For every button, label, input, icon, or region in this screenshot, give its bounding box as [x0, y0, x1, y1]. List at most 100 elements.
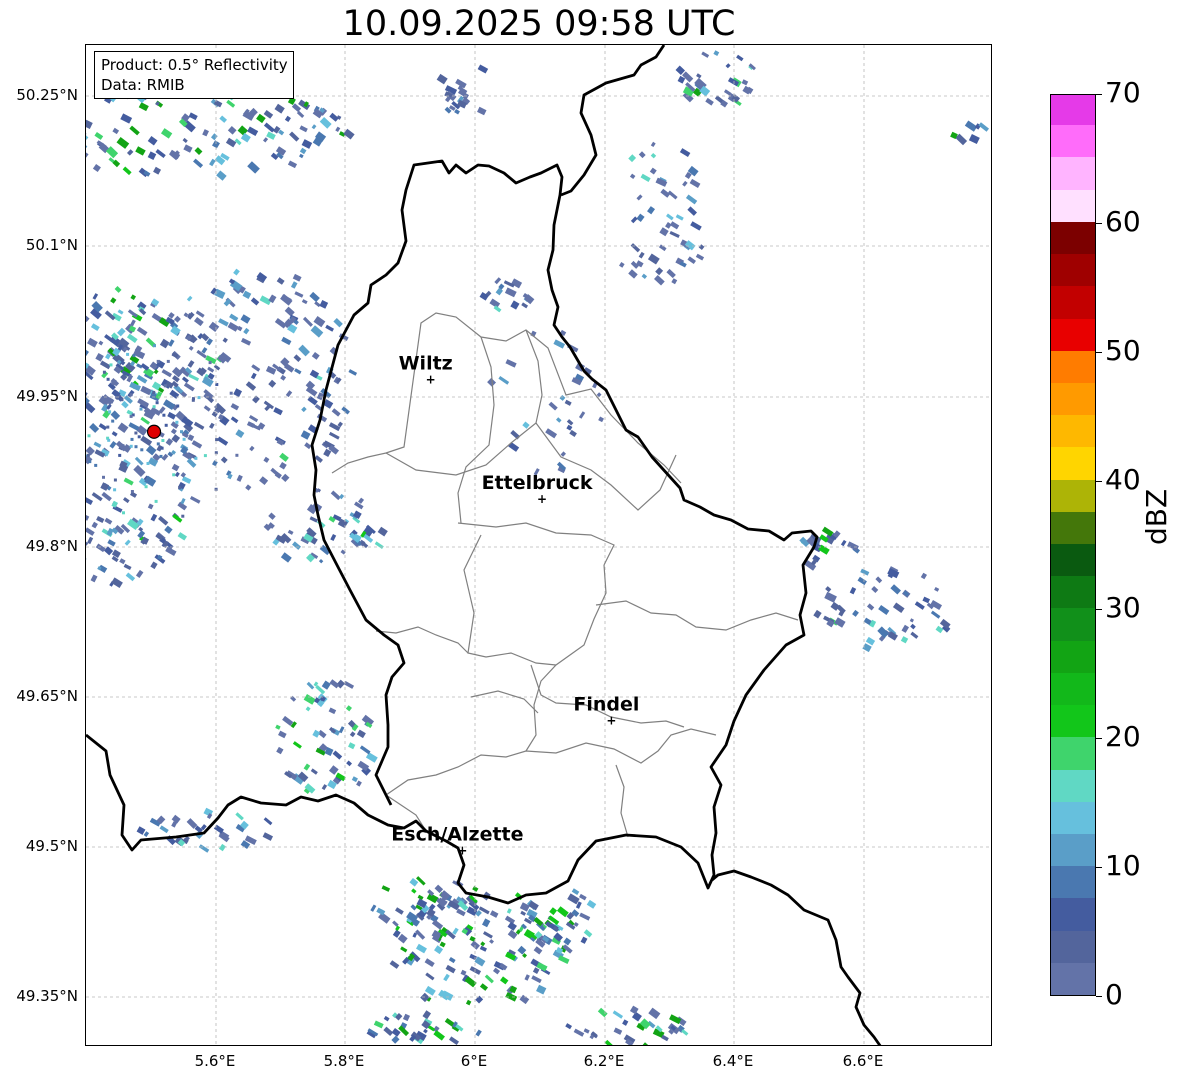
echo-pixel — [263, 456, 270, 463]
echo-pixel — [309, 291, 320, 303]
echo-pixel — [475, 1029, 482, 1037]
colorbar-tick — [1096, 480, 1102, 482]
echo-pixel — [159, 338, 170, 349]
echo-pixel — [679, 148, 691, 157]
echo-pixel — [287, 529, 294, 535]
echo-pixel — [171, 814, 181, 824]
clutter-pixel — [162, 413, 166, 417]
echo-pixel — [116, 137, 130, 149]
echo-pixel — [556, 906, 569, 918]
echo-pixel — [122, 166, 132, 176]
echo-pixel — [825, 586, 832, 593]
echo-pixel — [548, 401, 558, 411]
echo-pixel — [860, 568, 870, 576]
echo-pixel — [306, 681, 315, 690]
echo-pixel — [227, 125, 237, 135]
echo-pixel — [145, 445, 157, 456]
echo-pixel — [182, 137, 188, 143]
echo-pixel — [111, 577, 123, 588]
echo-pixel — [338, 726, 345, 734]
echo-pixel — [262, 137, 269, 143]
echo-pixel — [685, 194, 698, 205]
echo-pixel — [292, 741, 302, 749]
echo-pixel — [922, 596, 931, 604]
colorbar-segment — [1051, 478, 1095, 512]
echo-pixel — [240, 314, 251, 324]
echo-pixel — [319, 116, 332, 129]
echo-pixel — [520, 910, 526, 916]
echo-pixel — [536, 984, 547, 995]
echo-pixel — [136, 826, 146, 835]
echo-pixel — [123, 497, 130, 504]
echo-pixel — [242, 290, 252, 300]
echo-pixel — [235, 812, 244, 821]
echo-pixel — [650, 141, 656, 148]
echo-pixel — [558, 955, 570, 964]
clutter-pixel — [134, 445, 138, 449]
echo-pixel — [280, 374, 287, 381]
echo-pixel — [359, 745, 371, 755]
echo-pixel — [725, 63, 731, 69]
echo-pixel — [504, 915, 516, 925]
echo-pixel — [597, 1007, 608, 1018]
echo-pixel — [300, 430, 311, 440]
echo-pixel — [532, 967, 540, 975]
city-point-icon: + — [606, 713, 616, 727]
echo-pixel — [381, 885, 391, 892]
echo-pixel — [181, 376, 189, 384]
echo-pixel — [275, 724, 281, 730]
echo-pixel — [189, 496, 201, 504]
echo-pixel — [109, 441, 117, 449]
echo-pixel — [655, 267, 664, 276]
echo-pixel — [301, 139, 313, 149]
echo-pixel — [666, 213, 674, 221]
echo-pixel — [274, 103, 285, 114]
colorbar-segment — [1051, 672, 1095, 706]
clutter-pixel — [113, 478, 117, 482]
echo-pixel — [161, 453, 169, 461]
colorbar-tick-label: 10 — [1105, 849, 1141, 883]
echo-pixel — [345, 705, 352, 712]
echo-pixel — [522, 421, 530, 429]
echo-pixel — [500, 976, 509, 985]
colorbar-tick-label: 30 — [1105, 591, 1141, 625]
echo-pixel — [629, 173, 636, 180]
echo-pixel — [675, 65, 686, 75]
echo-pixel — [329, 112, 339, 122]
echo-pixel — [155, 149, 166, 159]
echo-pixel — [104, 517, 113, 525]
echo-pixel — [160, 128, 173, 139]
echo-pixel — [356, 780, 362, 787]
echo-pixel — [263, 122, 275, 133]
echo-pixel — [397, 933, 408, 944]
echo-pixel — [477, 106, 487, 116]
echo-pixel — [96, 516, 105, 523]
echo-pixel — [111, 431, 118, 437]
clutter-pixel — [129, 414, 133, 418]
echo-pixel — [330, 490, 341, 501]
clutter-pixel — [154, 499, 158, 503]
radar-map[interactable]: + Wiltz + Ettelbruck + Findel + Esch/Alzette — [85, 44, 992, 1046]
echo-pixel — [452, 927, 459, 935]
echo-pixel — [871, 585, 879, 593]
echo-pixel — [201, 347, 208, 354]
echo-pixel — [86, 347, 89, 357]
echo-pixel — [935, 625, 944, 634]
echo-pixel — [689, 178, 701, 188]
echo-pixel — [301, 299, 308, 305]
echo-pixel — [330, 534, 337, 541]
echo-pixel — [507, 921, 517, 931]
echo-pixel — [647, 253, 660, 265]
echo-pixel — [628, 154, 637, 163]
clutter-pixel — [130, 490, 134, 493]
echo-pixel — [309, 516, 318, 523]
lat-tick-label: 49.5°N — [25, 837, 78, 855]
echo-pixel — [266, 131, 276, 140]
colorbar-tick-label: 60 — [1105, 204, 1141, 238]
echo-pixel — [159, 825, 169, 834]
colorbar-tick-label: 20 — [1105, 720, 1141, 754]
echo-pixel — [479, 983, 489, 991]
echo-pixel — [696, 73, 702, 79]
city-point-icon: + — [426, 373, 436, 387]
echo-pixel — [86, 557, 87, 563]
